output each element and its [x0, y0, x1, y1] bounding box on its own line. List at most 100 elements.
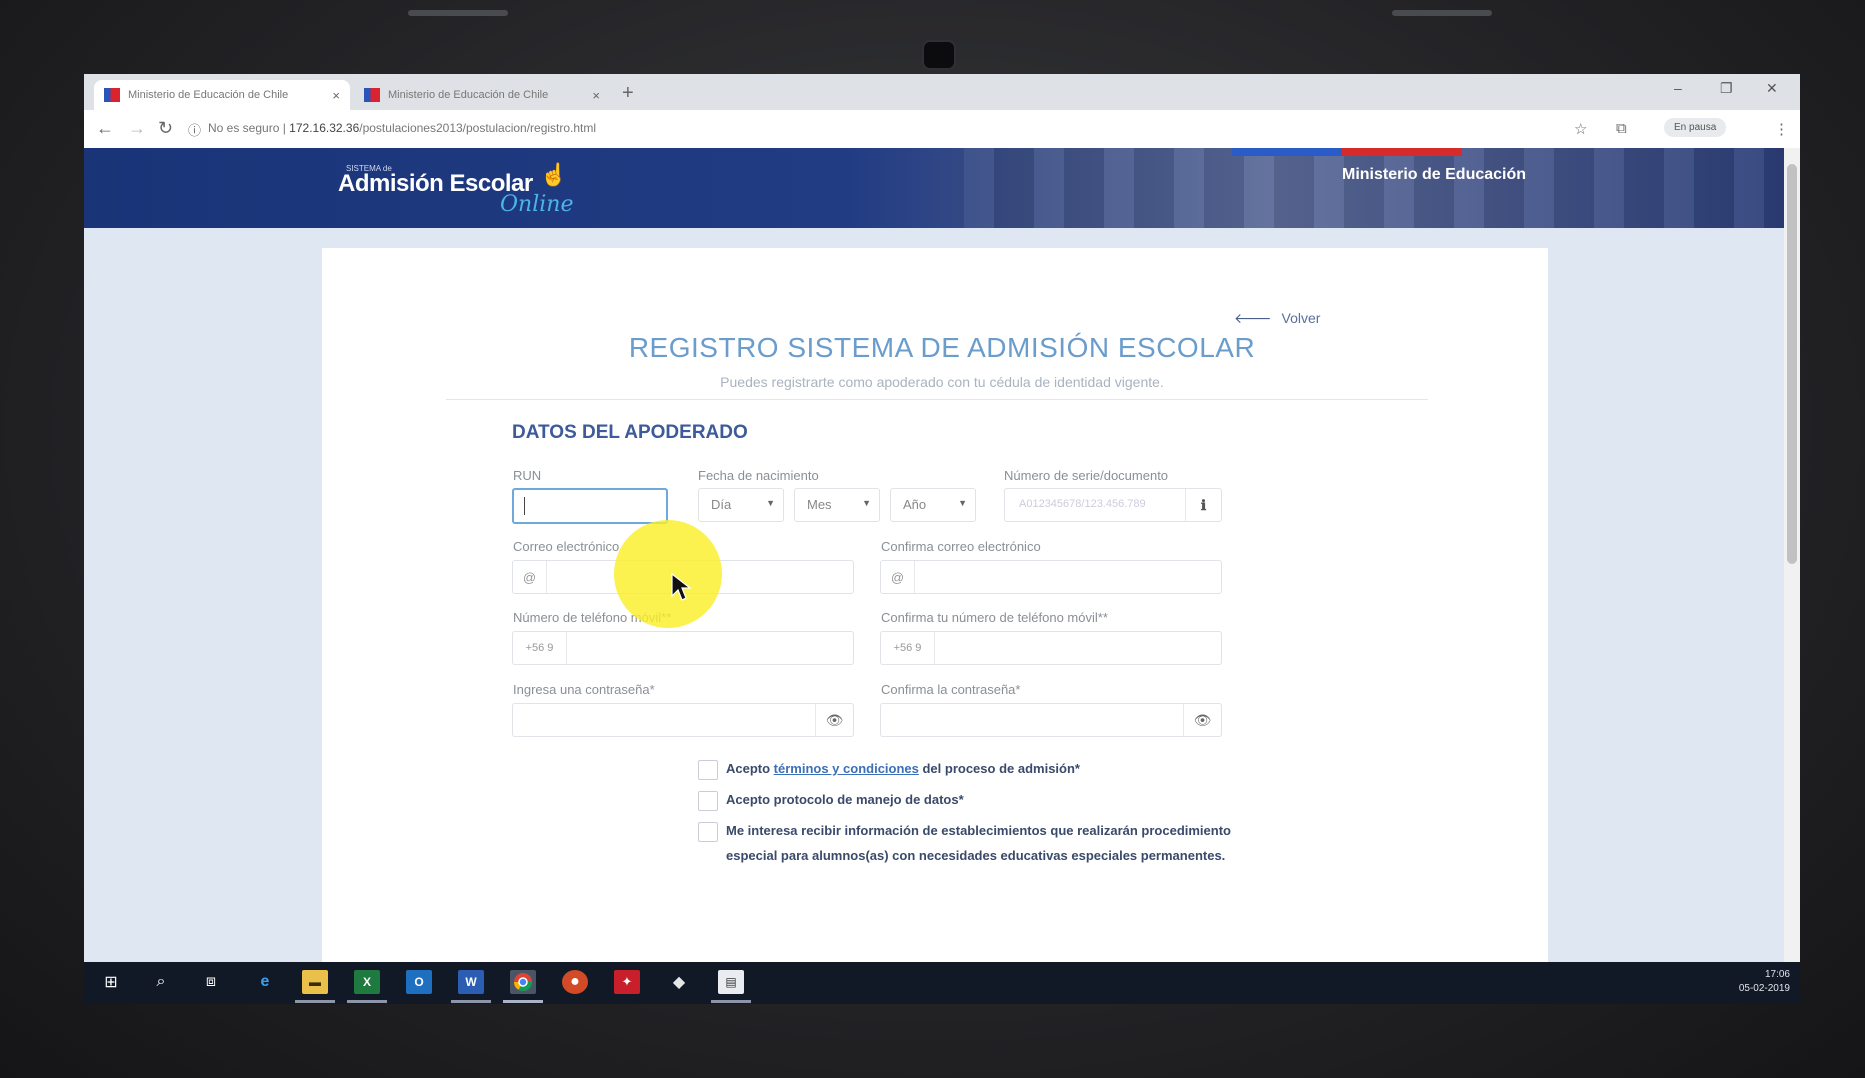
info-icon[interactable]: ⓘ — [188, 120, 201, 139]
info-row: Me interesa recibir información de estab… — [698, 822, 1258, 868]
serial-label: Número de serie/documento — [1004, 468, 1169, 483]
tab-close-icon[interactable]: × — [592, 88, 600, 103]
acrobat-icon[interactable]: ✦ — [614, 970, 640, 994]
taskbar-clock[interactable]: 17:06 05-02-2019 — [1739, 968, 1790, 996]
password-confirm-input[interactable]: 👁 — [880, 703, 1222, 737]
word-icon[interactable]: W — [458, 970, 484, 994]
eraser-icon[interactable]: ◆ — [666, 970, 692, 994]
caret-down-icon: ▼ — [862, 498, 871, 508]
phone-confirm-label: Confirma tu número de teléfono móvil** — [881, 610, 1108, 625]
pointing-hand-icon: ☝ — [540, 162, 568, 187]
tab-1[interactable]: Ministerio de Educación de Chile × — [94, 80, 350, 110]
back-label: Volver — [1281, 310, 1321, 326]
taskbar-active-indicator — [295, 1000, 335, 1003]
powerpoint-icon[interactable]: ● — [562, 970, 588, 994]
protocol-text: Acepto protocolo de manejo de datos* — [726, 792, 964, 807]
eye-icon[interactable]: 👁 — [1183, 704, 1221, 736]
protocol-row: Acepto protocolo de manejo de datos* — [698, 791, 964, 812]
tab-title: Ministerio de Educación de Chile — [388, 89, 549, 101]
info-i-icon[interactable]: ℹ — [1185, 489, 1221, 521]
forward-arrow-icon[interactable]: → — [128, 118, 146, 139]
password-confirm-label: Confirma la contraseña* — [881, 682, 1021, 697]
menu-dots-icon[interactable]: ⋮ — [1774, 120, 1789, 138]
title-divider — [446, 399, 1428, 400]
page-title: REGISTRO SISTEMA DE ADMISIÓN ESCOLAR — [628, 332, 1256, 363]
chrome-logo-icon — [514, 973, 532, 992]
run-input[interactable] — [512, 488, 668, 524]
tab-2[interactable]: Ministerio de Educación de Chile × — [354, 80, 610, 110]
month-option: Mes — [807, 497, 832, 512]
year-option: Año — [903, 497, 927, 512]
terms-suffix: del proceso de admisión* — [918, 761, 1080, 776]
scrollbar-thumb[interactable] — [1787, 164, 1797, 564]
cast-icon[interactable]: ⧉ — [1616, 120, 1627, 137]
ministry-label: Ministerio de Educación — [1342, 166, 1527, 183]
birth-day-select[interactable]: Día ▼ — [698, 488, 784, 522]
email-confirm-input[interactable]: @ — [880, 560, 1222, 594]
clock-date: 05-02-2019 — [1738, 983, 1790, 994]
maximize-button[interactable]: ❐ — [1720, 80, 1733, 97]
profile-paused-badge[interactable]: En pausa — [1664, 118, 1727, 137]
password-input[interactable]: 👁 — [512, 703, 854, 737]
password-label: Ingresa una contraseña* — [513, 682, 655, 697]
tab-close-icon[interactable]: × — [332, 88, 340, 103]
taskbar-active-indicator — [711, 1000, 751, 1003]
mouse-cursor-icon — [671, 572, 692, 601]
url-field[interactable]: No es seguro | 172.16.32.36/postulacione… — [208, 121, 596, 135]
edge-icon[interactable]: e — [252, 970, 278, 994]
bezel-hinge-right — [1392, 10, 1492, 16]
outlook-icon[interactable]: O — [406, 970, 432, 994]
star-icon[interactable]: ☆ — [1574, 120, 1587, 138]
section-title: DATOS DEL APODERADO — [512, 422, 748, 443]
email-confirm-label: Confirma correo electrónico — [881, 539, 1041, 554]
url-host: 172.16.32.36 — [289, 121, 360, 135]
back-arrow-icon: 🡐 — [1234, 310, 1272, 326]
terms-checkbox[interactable] — [698, 760, 718, 780]
security-warning: No es seguro — [208, 121, 280, 135]
page-subtitle: Puedes registrarte como apoderado con tu… — [720, 374, 1164, 390]
terms-link[interactable]: términos y condiciones — [774, 761, 919, 776]
notepad-icon[interactable]: ▤ — [718, 970, 744, 994]
birth-year-select[interactable]: Año ▼ — [890, 488, 976, 522]
info-checkbox[interactable] — [698, 822, 718, 842]
cursor-highlight — [614, 520, 722, 628]
windows-start-icon[interactable]: ⊞ — [98, 970, 124, 994]
eye-icon[interactable]: 👁 — [815, 704, 853, 736]
phone-prefix: +56 9 — [881, 632, 935, 664]
caret-down-icon: ▼ — [766, 498, 775, 508]
search-icon[interactable]: ⌕ — [148, 970, 174, 994]
header-photo — [964, 148, 1784, 228]
address-bar-row: ← → ↻ ⓘ No es seguro | 172.16.32.36/post… — [84, 110, 1800, 149]
task-view-icon[interactable]: ⧈ — [198, 970, 224, 994]
excel-icon[interactable]: X — [354, 970, 380, 994]
at-sign-icon: @ — [513, 561, 547, 593]
taskbar-active-indicator — [451, 1000, 491, 1003]
serial-input[interactable]: A012345678/123.456.789 ℹ — [1004, 488, 1222, 522]
file-explorer-icon[interactable]: ▬ — [302, 970, 328, 994]
logo-online: Online — [500, 192, 574, 217]
phone-confirm-input[interactable]: +56 9 — [880, 631, 1222, 665]
minimize-button[interactable]: – — [1674, 80, 1682, 96]
back-arrow-icon[interactable]: ← — [96, 118, 114, 139]
windows-taskbar: ⊞ ⌕ ⧈ e ▬ X O W ● ✦ ◆ ▤ 17:06 05-02-2019 — [84, 962, 1800, 1004]
info-text: Me interesa recibir información de estab… — [726, 823, 1231, 863]
clock-time: 17:06 — [1764, 969, 1790, 980]
protocol-checkbox[interactable] — [698, 791, 718, 811]
run-label: RUN — [513, 468, 542, 483]
birth-month-select[interactable]: Mes ▼ — [794, 488, 880, 522]
day-option: Día — [711, 497, 732, 512]
close-window-button[interactable]: ✕ — [1766, 80, 1778, 97]
reload-icon[interactable]: ↻ — [158, 118, 173, 139]
flag-stripe-red — [1342, 148, 1462, 156]
taskbar-active-indicator — [503, 1000, 543, 1003]
bezel-hinge-left — [408, 10, 508, 16]
serial-placeholder: A012345678/123.456.789 — [1019, 498, 1146, 510]
chile-flag-icon — [104, 88, 120, 102]
back-link[interactable]: 🡐 Volver — [1234, 310, 1320, 327]
url-path: /postulaciones2013/postulacion/registro.… — [359, 121, 597, 135]
flag-stripe-blue — [1232, 148, 1342, 156]
new-tab-button[interactable]: + — [622, 82, 634, 105]
phone-input[interactable]: +56 9 — [512, 631, 854, 665]
chrome-icon[interactable] — [510, 970, 536, 994]
caret-down-icon: ▼ — [958, 498, 967, 508]
